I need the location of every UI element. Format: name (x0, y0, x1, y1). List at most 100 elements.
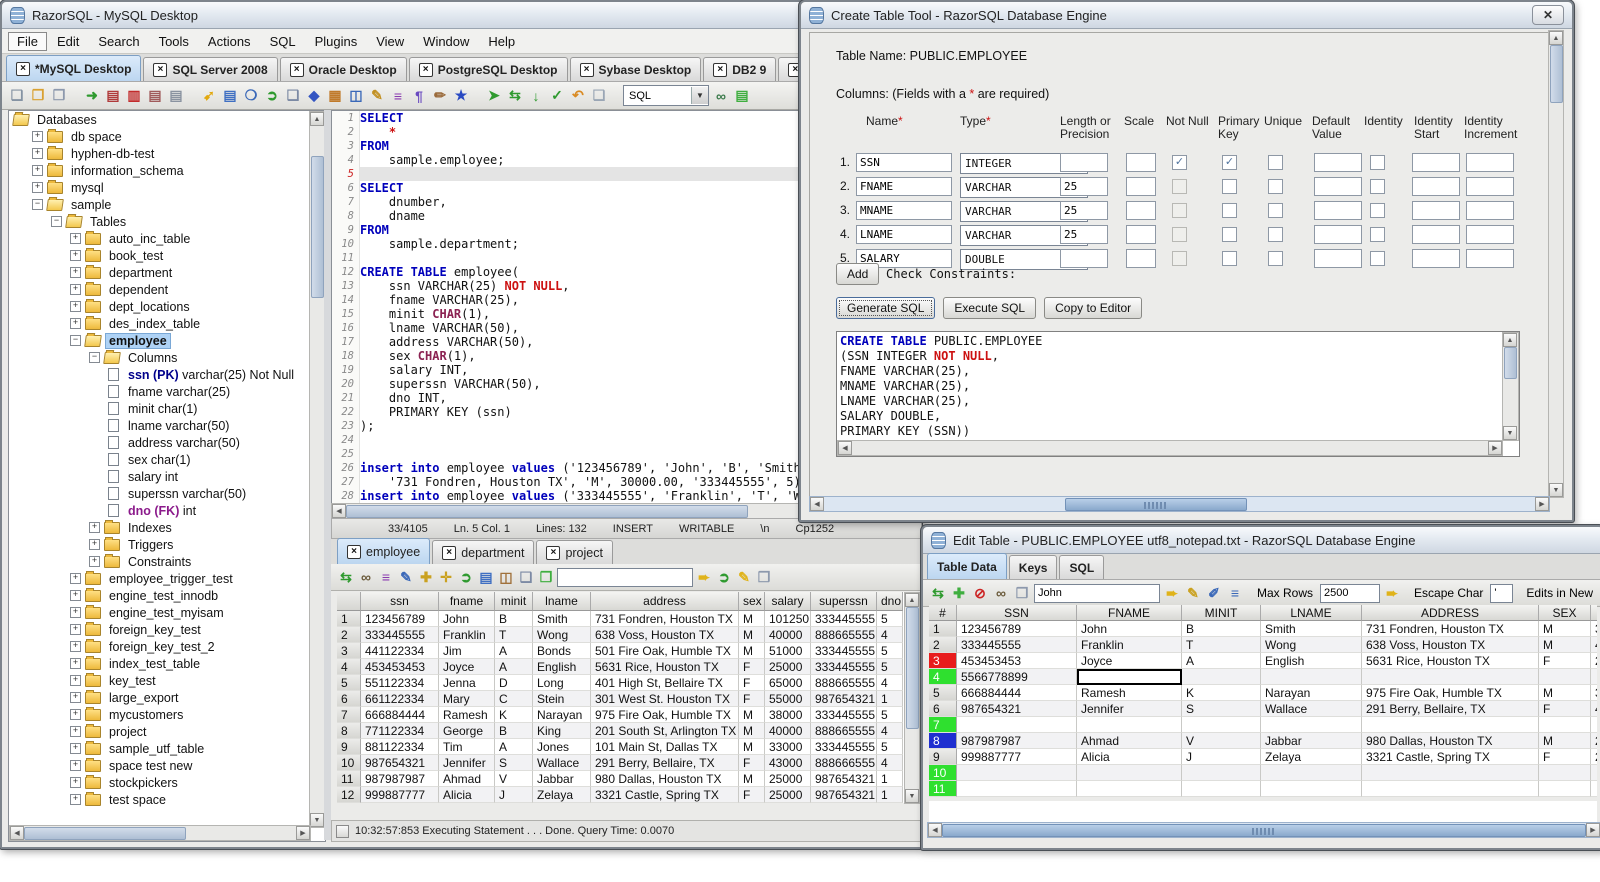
copy-page-icon[interactable]: ❑ (284, 87, 302, 105)
table-row[interactable]: 4 5566778899 (929, 669, 1597, 685)
cell[interactable]: 661122334 (361, 691, 439, 707)
cell[interactable]: Wallace (533, 755, 591, 771)
db-browser-icon[interactable]: ▦ (326, 87, 344, 105)
cell[interactable]: 101 Main St, Dallas TX (591, 739, 739, 755)
tree-item-information-schema[interactable]: + information_schema (9, 162, 311, 179)
cell[interactable] (1362, 669, 1539, 685)
cell[interactable] (1261, 717, 1362, 733)
cell[interactable]: 638 Voss, Houston TX (1362, 637, 1539, 653)
tree-item-key-test[interactable]: + key_test (9, 672, 311, 689)
collapse-icon[interactable]: − (32, 199, 43, 210)
cell[interactable]: 999887777 (957, 749, 1077, 765)
scroll-left-icon[interactable]: ◀ (838, 441, 852, 455)
primary-key-checkbox[interactable] (1222, 251, 1237, 266)
table-row[interactable]: 10 (929, 765, 1597, 781)
cell[interactable]: M (739, 771, 765, 787)
scroll-left-icon[interactable]: ◀ (928, 823, 942, 837)
db-tools-icon[interactable]: ▤ (167, 87, 185, 105)
tree-item-superssn-varchar-50[interactable]: superssn varchar(50) (9, 485, 311, 502)
connection-tab-sybase-desktop[interactable]: × Sybase Desktop (569, 57, 702, 81)
tree-item-space-test-new[interactable]: + space test new (9, 757, 311, 774)
menu-file[interactable]: File (8, 31, 47, 51)
identity-start-input[interactable] (1412, 225, 1460, 244)
scroll-down-icon[interactable]: ▼ (905, 789, 919, 803)
cell[interactable]: M (739, 643, 765, 659)
scroll-left-icon[interactable]: ◀ (10, 826, 24, 840)
cell[interactable]: T (495, 627, 533, 643)
cell[interactable]: 1 (877, 787, 903, 803)
new-file-icon[interactable]: ❏ (8, 87, 26, 105)
cell[interactable]: 4 (877, 755, 903, 771)
scroll-right-icon[interactable]: ▶ (1488, 441, 1502, 455)
collapse-icon[interactable]: − (51, 216, 62, 227)
tree-item-test-space[interactable]: + test space (9, 791, 311, 808)
cell[interactable]: D (495, 675, 533, 691)
cell[interactable]: 40000 (765, 723, 811, 739)
scroll-left-icon[interactable]: ◀ (810, 497, 824, 511)
cell[interactable]: F (1539, 749, 1591, 765)
close-tab-icon[interactable]: × (16, 61, 30, 76)
cell[interactable]: Jones (533, 739, 591, 755)
cell[interactable]: B (1182, 621, 1261, 637)
max-rows-go-icon[interactable]: ➨ (1383, 584, 1401, 602)
tree-item-dept-locations[interactable]: + dept_locations (9, 298, 311, 315)
refresh-page-icon[interactable]: ➲ (263, 87, 281, 105)
tree-item-mysql[interactable]: + mysql (9, 179, 311, 196)
results-search-input[interactable] (557, 567, 693, 587)
fetch-next-icon[interactable]: ↓ (527, 87, 545, 105)
cell[interactable]: 888665555 (811, 723, 877, 739)
cell[interactable]: Jennifer (439, 755, 495, 771)
cell[interactable]: Long (533, 675, 591, 691)
cell[interactable]: English (1261, 653, 1362, 669)
tree-horizontal-scrollbar[interactable]: ◀ ▶ (9, 825, 311, 841)
column-header-salary[interactable]: salary (765, 592, 811, 611)
new-editor-icon[interactable]: ❏ (590, 87, 608, 105)
tree-item-engine-test-myisam[interactable]: + engine_test_myisam (9, 604, 311, 621)
table-row[interactable]: 6 987654321 Jennifer S Wallace 291 Berry, Bel… (929, 701, 1597, 717)
cell[interactable] (1539, 765, 1591, 781)
cell[interactable]: T (1182, 637, 1261, 653)
menu-sql[interactable]: SQL (261, 32, 305, 51)
cell[interactable]: 3321 Castle, Spring TX (1362, 749, 1539, 765)
column-header-fname[interactable]: FNAME (1077, 605, 1182, 621)
expand-icon[interactable]: + (70, 692, 81, 703)
cell[interactable]: A (1182, 653, 1261, 669)
scale-input[interactable] (1126, 153, 1156, 172)
schema-browser-icon[interactable]: ◆ (305, 87, 323, 105)
cell[interactable]: 987987987 (361, 771, 439, 787)
cell[interactable] (1261, 669, 1362, 685)
identity-increment-input[interactable] (1466, 177, 1514, 196)
edit-table-icon[interactable]: ◫ (347, 87, 365, 105)
results-tab-employee[interactable]: × employee (337, 538, 431, 564)
identity-increment-input[interactable] (1466, 201, 1514, 220)
cell[interactable]: F (739, 755, 765, 771)
expand-icon[interactable]: + (70, 318, 81, 329)
edit-hscroll-thumb[interactable] (942, 824, 1586, 837)
cell[interactable]: 731 Fondren, Houston TX (591, 611, 739, 627)
cell[interactable]: Wallace (1261, 701, 1362, 717)
cell[interactable]: Smith (533, 611, 591, 627)
columns-list-icon[interactable]: ▤ (477, 568, 495, 586)
primary-key-checkbox[interactable]: ✓ (1222, 155, 1237, 170)
cell[interactable]: 453453453 (957, 653, 1077, 669)
cell[interactable] (1591, 765, 1597, 781)
cell[interactable]: F (1539, 653, 1591, 669)
delete-row-icon[interactable]: ⊘ (971, 584, 989, 602)
tree-item-db-space[interactable]: + db space (9, 128, 311, 145)
cell[interactable]: 2 (1591, 749, 1597, 765)
refresh-grid-icon[interactable]: ⇆ (929, 584, 947, 602)
search-go-icon[interactable]: ➨ (1163, 584, 1181, 602)
cell[interactable]: 441122334 (361, 643, 439, 659)
identity-increment-input[interactable] (1466, 153, 1514, 172)
expand-icon[interactable]: + (70, 250, 81, 261)
tree-item-dno-fk-int[interactable]: dno (FK) int (9, 502, 311, 519)
cell[interactable]: 333445555 (811, 659, 877, 675)
column-header-superssn[interactable]: superssn (811, 592, 877, 611)
cell[interactable]: 3 (1591, 685, 1597, 701)
cell[interactable]: 987654321 (957, 701, 1077, 717)
tree-item-minit-char-1[interactable]: minit char(1) (9, 400, 311, 417)
not-null-checkbox[interactable] (1172, 251, 1187, 266)
expand-icon[interactable]: + (70, 624, 81, 635)
cell[interactable]: 980 Dallas, Houston TX (1362, 733, 1539, 749)
cell[interactable]: A (495, 643, 533, 659)
